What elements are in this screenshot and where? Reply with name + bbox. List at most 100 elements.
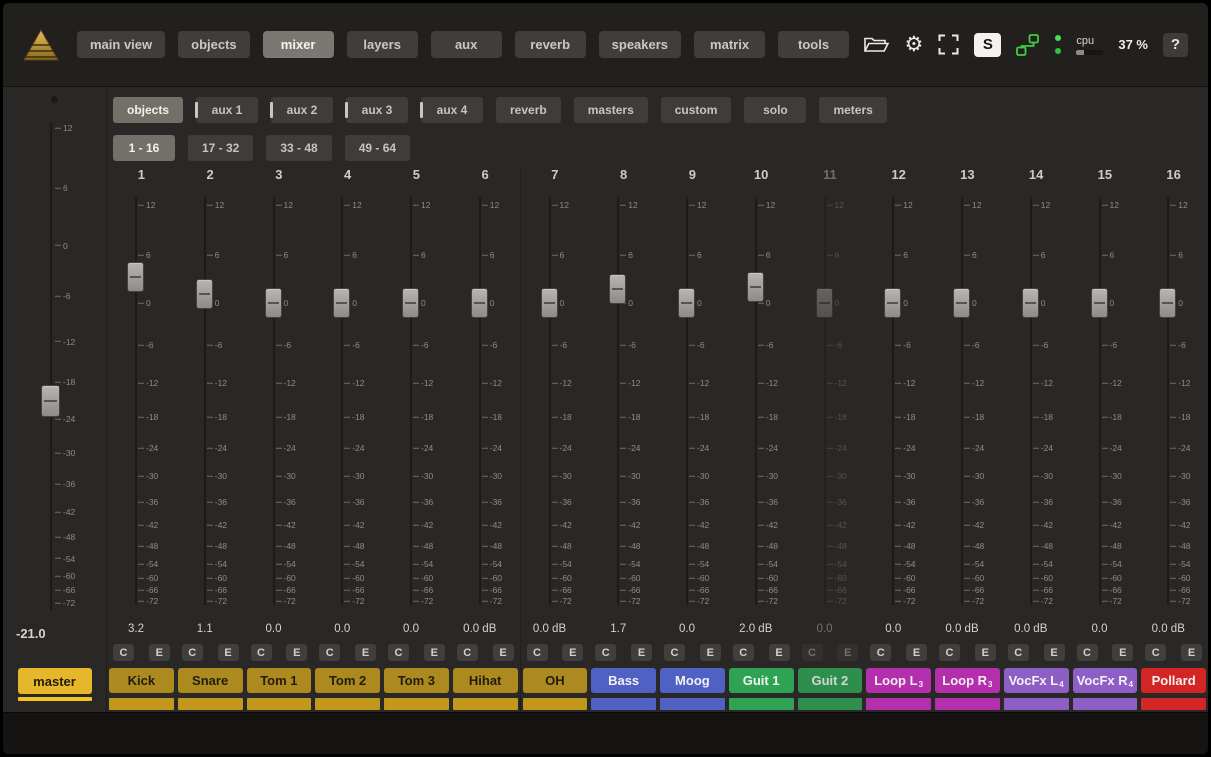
bank-17-32[interactable]: 17 - 32 [188,135,254,161]
channel-name[interactable]: Kick [109,668,174,693]
channel-e-button[interactable]: E [423,644,445,661]
channel-c-button[interactable]: C [1007,644,1029,661]
network-button[interactable] [1016,33,1040,56]
fader-handle[interactable] [953,288,970,318]
channel-fader[interactable]: 12 6 0 -6 -12 -18 -24 -30 -36 -42 -48 -54 -60 -66 -72 [589,189,658,613]
channel-name[interactable]: Tom 2 [315,668,380,693]
channel-fader[interactable]: 12 6 0 -6 -12 -18 -24 -30 -36 -42 -48 -54 -60 -66 -72 [176,189,245,613]
channel-fader[interactable]: 12 6 0 -6 -12 -18 -24 -30 -36 -42 -48 -54 -60 -66 -72 [864,189,933,613]
channel-e-button[interactable]: E [148,644,170,661]
channel-c-button[interactable]: C [1076,644,1098,661]
channel-name[interactable]: Guit 2 [797,668,863,693]
fader-handle[interactable] [815,288,833,318]
channel-fader[interactable]: 12 6 0 -6 -12 -18 -24 -30 -36 -42 -48 -54 -60 -66 -72 [796,189,865,613]
nav-tools[interactable]: tools [778,31,850,58]
channel-e-button[interactable]: E [974,644,996,661]
channel-e-button[interactable]: E [906,644,927,661]
channel-fader[interactable]: 12 6 0 -6 -12 -18 -24 -30 -36 -42 -48 -54 -60 -66 -72 [1071,189,1140,613]
channel-name[interactable]: Guit 1 [728,668,794,693]
nav-speakers[interactable]: speakers [598,31,682,58]
channel-c-button[interactable]: C [526,644,548,661]
tab-meters[interactable]: meters [819,97,887,123]
fader-handle[interactable] [195,279,213,310]
channel-fader[interactable]: 12 6 0 -6 -12 -18 -24 -30 -36 -42 -48 -54 -60 -66 -72 [451,189,520,613]
nav-layers[interactable]: layers [346,31,418,58]
channel-name[interactable]: OH [522,668,588,693]
channel-e-button[interactable]: E [217,644,239,661]
channel-name[interactable]: VocFx R4 [1072,668,1138,693]
nav-main-view[interactable]: main view [77,31,166,58]
tab-reverb[interactable]: reverb [496,97,561,123]
bank-33-48[interactable]: 33 - 48 [266,135,332,161]
fader-handle[interactable] [1021,288,1039,318]
channel-fader[interactable]: 12 6 0 -6 -12 -18 -24 -30 -36 -42 -48 -54 -60 -66 -72 [1139,189,1208,613]
master-label[interactable]: master [17,668,92,694]
channel-name[interactable]: Tom 3 [384,668,449,693]
channel-name[interactable]: VocFx L4 [1003,668,1069,693]
channel-fader[interactable]: 12 6 0 -6 -12 -18 -24 -30 -36 -42 -48 -54 -60 -66 -72 [1002,189,1071,613]
nav-mixer[interactable]: mixer [262,31,334,58]
channel-e-button[interactable]: E [699,644,721,661]
channel-c-button[interactable]: C [664,644,685,661]
master-fader[interactable]: 12 6 0 -6 -12 -18 -24 -30 -36 -42 -48 -54 -60 -66 -72 [3,114,106,618]
channel-c-button[interactable]: C [595,644,617,661]
open-file-button[interactable] [863,35,890,55]
channel-c-button[interactable]: C [732,644,754,661]
channel-fader[interactable]: 12 6 0 -6 -12 -18 -24 -30 -36 -42 -48 -54 -60 -66 -72 [313,189,382,613]
bank-49-64[interactable]: 49 - 64 [344,135,411,161]
nav-aux[interactable]: aux [430,31,502,58]
channel-e-button[interactable]: E [355,644,376,661]
channel-c-button[interactable]: C [250,644,272,661]
nav-matrix[interactable]: matrix [694,31,766,58]
tab-custom[interactable]: custom [660,97,732,123]
channel-fader[interactable]: 12 6 0 -6 -12 -18 -24 -30 -36 -42 -48 -54 -60 -66 -72 [107,189,176,613]
tab-aux-1[interactable]: aux 1 [195,97,259,123]
channel-c-button[interactable]: C [1145,644,1167,661]
channel-c-button[interactable]: C [456,644,478,661]
channel-name[interactable]: Moog [660,668,725,693]
fader-handle[interactable] [402,288,419,318]
channel-c-button[interactable]: C [181,644,203,661]
channel-fader[interactable]: 12 6 0 -6 -12 -18 -24 -30 -36 -42 -48 -54 -60 -66 -72 [521,189,590,613]
channel-e-button[interactable]: E [1043,644,1065,661]
tab-aux-4[interactable]: aux 4 [420,97,484,123]
nav-reverb[interactable]: reverb [514,31,586,58]
channel-e-button[interactable]: E [837,644,859,661]
channel-e-button[interactable]: E [1181,644,1202,661]
settings-button[interactable]: ⚙ [905,34,924,55]
tab-masters[interactable]: masters [573,97,648,123]
channel-e-button[interactable]: E [286,644,308,661]
fader-handle[interactable] [333,288,351,318]
channel-name[interactable]: Bass [591,668,656,693]
solo-button[interactable]: S [974,32,1002,57]
channel-e-button[interactable]: E [562,644,584,661]
tab-aux-2[interactable]: aux 2 [270,97,334,123]
channel-fader[interactable]: 12 6 0 -6 -12 -18 -24 -30 -36 -42 -48 -54 -60 -66 -72 [933,189,1002,613]
tab-objects[interactable]: objects [113,97,184,123]
channel-name[interactable]: Hihat [452,668,518,693]
channel-name[interactable]: Loop L3 [866,668,931,693]
channel-c-button[interactable]: C [388,644,409,661]
channel-c-button[interactable]: C [870,644,892,661]
fader-handle[interactable] [470,288,488,318]
channel-c-button[interactable]: C [801,644,823,661]
bank-1-16[interactable]: 1 - 16 [113,135,175,161]
help-button[interactable]: ? [1163,32,1188,57]
fader-handle[interactable] [609,274,627,305]
channel-c-button[interactable]: C [319,644,341,661]
channel-e-button[interactable]: E [492,644,514,661]
fader-handle[interactable] [1159,288,1177,318]
channel-e-button[interactable]: E [768,644,790,661]
channel-fader[interactable]: 12 6 0 -6 -12 -18 -24 -30 -36 -42 -48 -54 -60 -66 -72 [658,189,727,613]
channel-fader[interactable]: 12 6 0 -6 -12 -18 -24 -30 -36 -42 -48 -54 -60 -66 -72 [727,189,796,613]
channel-e-button[interactable]: E [631,644,652,661]
fader-handle[interactable] [678,288,695,318]
fader-handle[interactable] [746,272,764,302]
fader-handle[interactable] [264,288,282,318]
channel-name[interactable]: Loop R3 [935,668,1000,693]
channel-name[interactable]: Tom 1 [246,668,312,693]
fader-handle[interactable] [884,288,902,318]
channel-name[interactable]: Pollard [1141,668,1206,693]
channel-fader[interactable]: 12 6 0 -6 -12 -18 -24 -30 -36 -42 -48 -54 -60 -66 -72 [382,189,451,613]
channel-e-button[interactable]: E [1112,644,1134,661]
